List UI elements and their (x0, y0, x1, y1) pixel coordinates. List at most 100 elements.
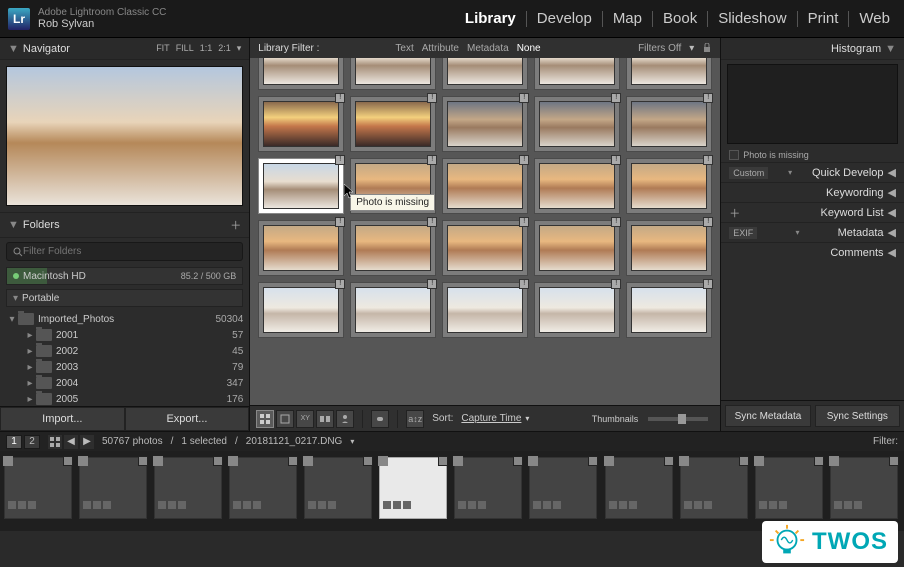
grid-cell[interactable]: ! (350, 282, 436, 338)
filter-tab-none[interactable]: None (517, 43, 541, 54)
grid-cell[interactable]: ! (350, 220, 436, 276)
flag-icon[interactable] (378, 456, 388, 466)
grid-cell[interactable]: ! (442, 220, 528, 276)
thumbnail-grid[interactable]: ! ! ! ! ! ! ! ! ! ! ! ! ! ! ! (250, 58, 720, 405)
missing-badge-icon[interactable] (513, 456, 523, 466)
display-1-button[interactable]: 1 (6, 435, 22, 449)
grid-cell[interactable]: ! (442, 282, 528, 338)
chevron-right-icon[interactable]: ▸ (24, 362, 36, 373)
grid-shortcut-icon[interactable] (48, 435, 62, 449)
missing-badge-icon[interactable]: ! (519, 279, 529, 289)
filter-tab-text[interactable]: Text (395, 43, 413, 54)
filter-preset-dropdown-icon[interactable]: ▾ (689, 43, 694, 54)
filmstrip-cell[interactable] (755, 457, 823, 519)
missing-badge-icon[interactable] (889, 456, 899, 466)
chevron-right-icon[interactable]: ▸ (24, 394, 36, 405)
missing-badge-icon[interactable]: ! (519, 155, 529, 165)
flag-icon[interactable] (528, 456, 538, 466)
navigator-preview[interactable] (6, 66, 243, 206)
missing-badge-icon[interactable]: ! (703, 217, 713, 227)
missing-badge-icon[interactable]: ! (611, 217, 621, 227)
missing-badge-icon[interactable]: ! (703, 155, 713, 165)
zoom-fill[interactable]: FILL (176, 43, 194, 54)
missing-badge-icon[interactable] (588, 456, 598, 466)
grid-cell[interactable]: ! (626, 220, 712, 276)
chevron-down-icon[interactable]: ▾ (525, 414, 529, 423)
filmstrip-cell[interactable] (830, 457, 898, 519)
grid-cell[interactable]: ! (350, 58, 436, 90)
missing-badge-icon[interactable] (288, 456, 298, 466)
grid-cell[interactable]: ! (258, 220, 344, 276)
missing-badge-icon[interactable]: ! (519, 217, 529, 227)
chevron-down-icon[interactable]: ▾ (6, 314, 18, 325)
missing-badge-icon[interactable]: ! (427, 93, 437, 103)
grid-cell[interactable]: ! (534, 158, 620, 214)
missing-badge-icon[interactable]: ! (611, 279, 621, 289)
export-button[interactable]: Export... (125, 407, 250, 431)
metadata-preset[interactable]: EXIF (729, 227, 757, 239)
filmstrip-cell[interactable] (154, 457, 222, 519)
grid-cell[interactable]: ! (442, 158, 528, 214)
volume-portable[interactable]: ▾ Portable (6, 289, 243, 307)
grid-cell[interactable]: ! (258, 96, 344, 152)
folder-row[interactable]: ▸2004347 (6, 375, 249, 391)
filmstrip-cell[interactable] (229, 457, 297, 519)
missing-badge-icon[interactable]: ! (703, 93, 713, 103)
dropdown-icon[interactable]: ▾ (795, 228, 799, 237)
missing-badge-icon[interactable]: ! (427, 155, 437, 165)
missing-badge-icon[interactable] (664, 456, 674, 466)
folder-row[interactable]: ▸200379 (6, 359, 249, 375)
go-back-button[interactable]: ◀ (64, 435, 78, 449)
sort-value-dropdown[interactable]: Capture Time (461, 413, 521, 424)
panel-quick-develop[interactable]: Custom▾ Quick Develop ◀ (721, 162, 904, 182)
filter-tab-attribute[interactable]: Attribute (422, 43, 459, 54)
add-keyword-icon[interactable]: ＋ (729, 205, 740, 221)
missing-badge-icon[interactable] (363, 456, 373, 466)
missing-badge-icon[interactable]: ! (611, 93, 621, 103)
module-map[interactable]: Map (607, 8, 648, 29)
missing-badge-icon[interactable]: ! (335, 279, 345, 289)
grid-cell[interactable]: ! (258, 58, 344, 90)
grid-cell[interactable]: ! (626, 96, 712, 152)
missing-badge-icon[interactable]: ! (427, 279, 437, 289)
filmstrip-cell[interactable] (454, 457, 522, 519)
folder-row[interactable]: ▸200245 (6, 343, 249, 359)
module-slideshow[interactable]: Slideshow (712, 8, 792, 29)
add-folder-icon[interactable]: ＋ (230, 217, 241, 233)
module-web[interactable]: Web (853, 8, 896, 29)
grid-cell[interactable]: ! (350, 96, 436, 152)
grid-cell[interactable]: ! (442, 96, 528, 152)
missing-badge-icon[interactable] (63, 456, 73, 466)
chevron-right-icon[interactable]: ▸ (24, 346, 36, 357)
grid-cell[interactable]: ! (534, 282, 620, 338)
flag-icon[interactable] (679, 456, 689, 466)
flag-icon[interactable] (228, 456, 238, 466)
grid-cell[interactable]: ! (534, 220, 620, 276)
chevron-down-icon[interactable]: ▾ (350, 437, 354, 446)
missing-badge-icon[interactable]: ! (427, 217, 437, 227)
missing-badge-icon[interactable] (739, 456, 749, 466)
panel-keyword-list[interactable]: ＋ Keyword List ◀ (721, 202, 904, 222)
missing-badge-icon[interactable] (814, 456, 824, 466)
flag-icon[interactable] (604, 456, 614, 466)
flag-icon[interactable] (754, 456, 764, 466)
zoom-fit[interactable]: FIT (156, 43, 170, 54)
sync-settings-button[interactable]: Sync Settings (815, 405, 900, 427)
missing-badge-icon[interactable]: ! (335, 93, 345, 103)
lock-icon[interactable] (702, 43, 712, 53)
filmstrip-cell[interactable] (304, 457, 372, 519)
chevron-right-icon[interactable]: ▸ (24, 378, 36, 389)
view-grid-button[interactable] (256, 410, 274, 428)
folders-header[interactable]: ▼ Folders ＋ (0, 212, 249, 238)
sort-direction-button[interactable]: a↕z (406, 410, 424, 428)
missing-badge-icon[interactable] (438, 456, 448, 466)
filters-off-preset[interactable]: Filters Off (638, 43, 681, 54)
missing-badge-icon[interactable]: ! (335, 155, 345, 165)
folder-row[interactable]: ▸200157 (6, 327, 249, 343)
zoom-dropdown-icon[interactable]: ▾ (237, 43, 242, 54)
view-compare-button[interactable]: XY (296, 410, 314, 428)
flag-icon[interactable] (453, 456, 463, 466)
filmstrip-cell[interactable] (79, 457, 147, 519)
flag-icon[interactable] (829, 456, 839, 466)
folder-search[interactable] (6, 242, 243, 261)
